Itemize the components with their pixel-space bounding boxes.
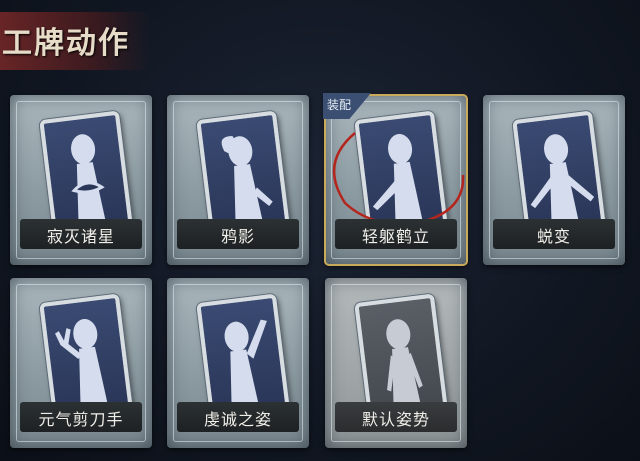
pose-card-7[interactable]: 默认姿势 (325, 278, 467, 448)
pose-label: 默认姿势 (361, 410, 430, 429)
pose-portrait (512, 110, 606, 236)
pose-label: 鸦影 (220, 227, 255, 246)
silhouette-icon (224, 319, 267, 412)
silhouette-icon (55, 318, 109, 412)
silhouette-icon (530, 134, 595, 229)
pose-portrait (39, 110, 133, 236)
pose-card-5[interactable]: 元气剪刀手 (10, 278, 152, 448)
pose-portrait (196, 110, 290, 236)
pose-label: 寂灭诸星 (46, 227, 115, 246)
pose-label: 元气剪刀手 (38, 410, 124, 429)
pose-card-3[interactable]: 轻躯鹤立 装配 (323, 93, 468, 266)
label-bar: 寂灭诸星 (20, 219, 142, 249)
label-bar: 元气剪刀手 (20, 402, 142, 432)
pose-label: 轻躯鹤立 (361, 227, 430, 246)
label-bar: 默认姿势 (335, 402, 457, 432)
pose-portrait (39, 293, 133, 419)
label-bar: 轻躯鹤立 (335, 219, 457, 249)
label-bar: 虔诚之姿 (177, 402, 299, 432)
selection-ring-icon (332, 132, 465, 225)
silhouette-icon (71, 134, 107, 229)
pose-label: 虔诚之姿 (203, 410, 272, 429)
page-title: 工牌动作 (2, 26, 130, 61)
pose-card-6[interactable]: 虔诚之姿 (167, 278, 309, 448)
silhouette-icon (221, 136, 273, 229)
pose-portrait (196, 293, 290, 419)
pose-card-1[interactable]: 寂灭诸星 (10, 95, 152, 265)
pose-label: 蜕变 (536, 227, 571, 246)
label-bar: 鸦影 (177, 219, 299, 249)
pose-card-4[interactable]: 蜕变 (483, 95, 625, 265)
pose-card-2[interactable]: 鸦影 (167, 95, 309, 265)
pose-portrait (354, 293, 448, 419)
label-bar: 蜕变 (493, 219, 615, 249)
silhouette-icon (386, 319, 423, 412)
